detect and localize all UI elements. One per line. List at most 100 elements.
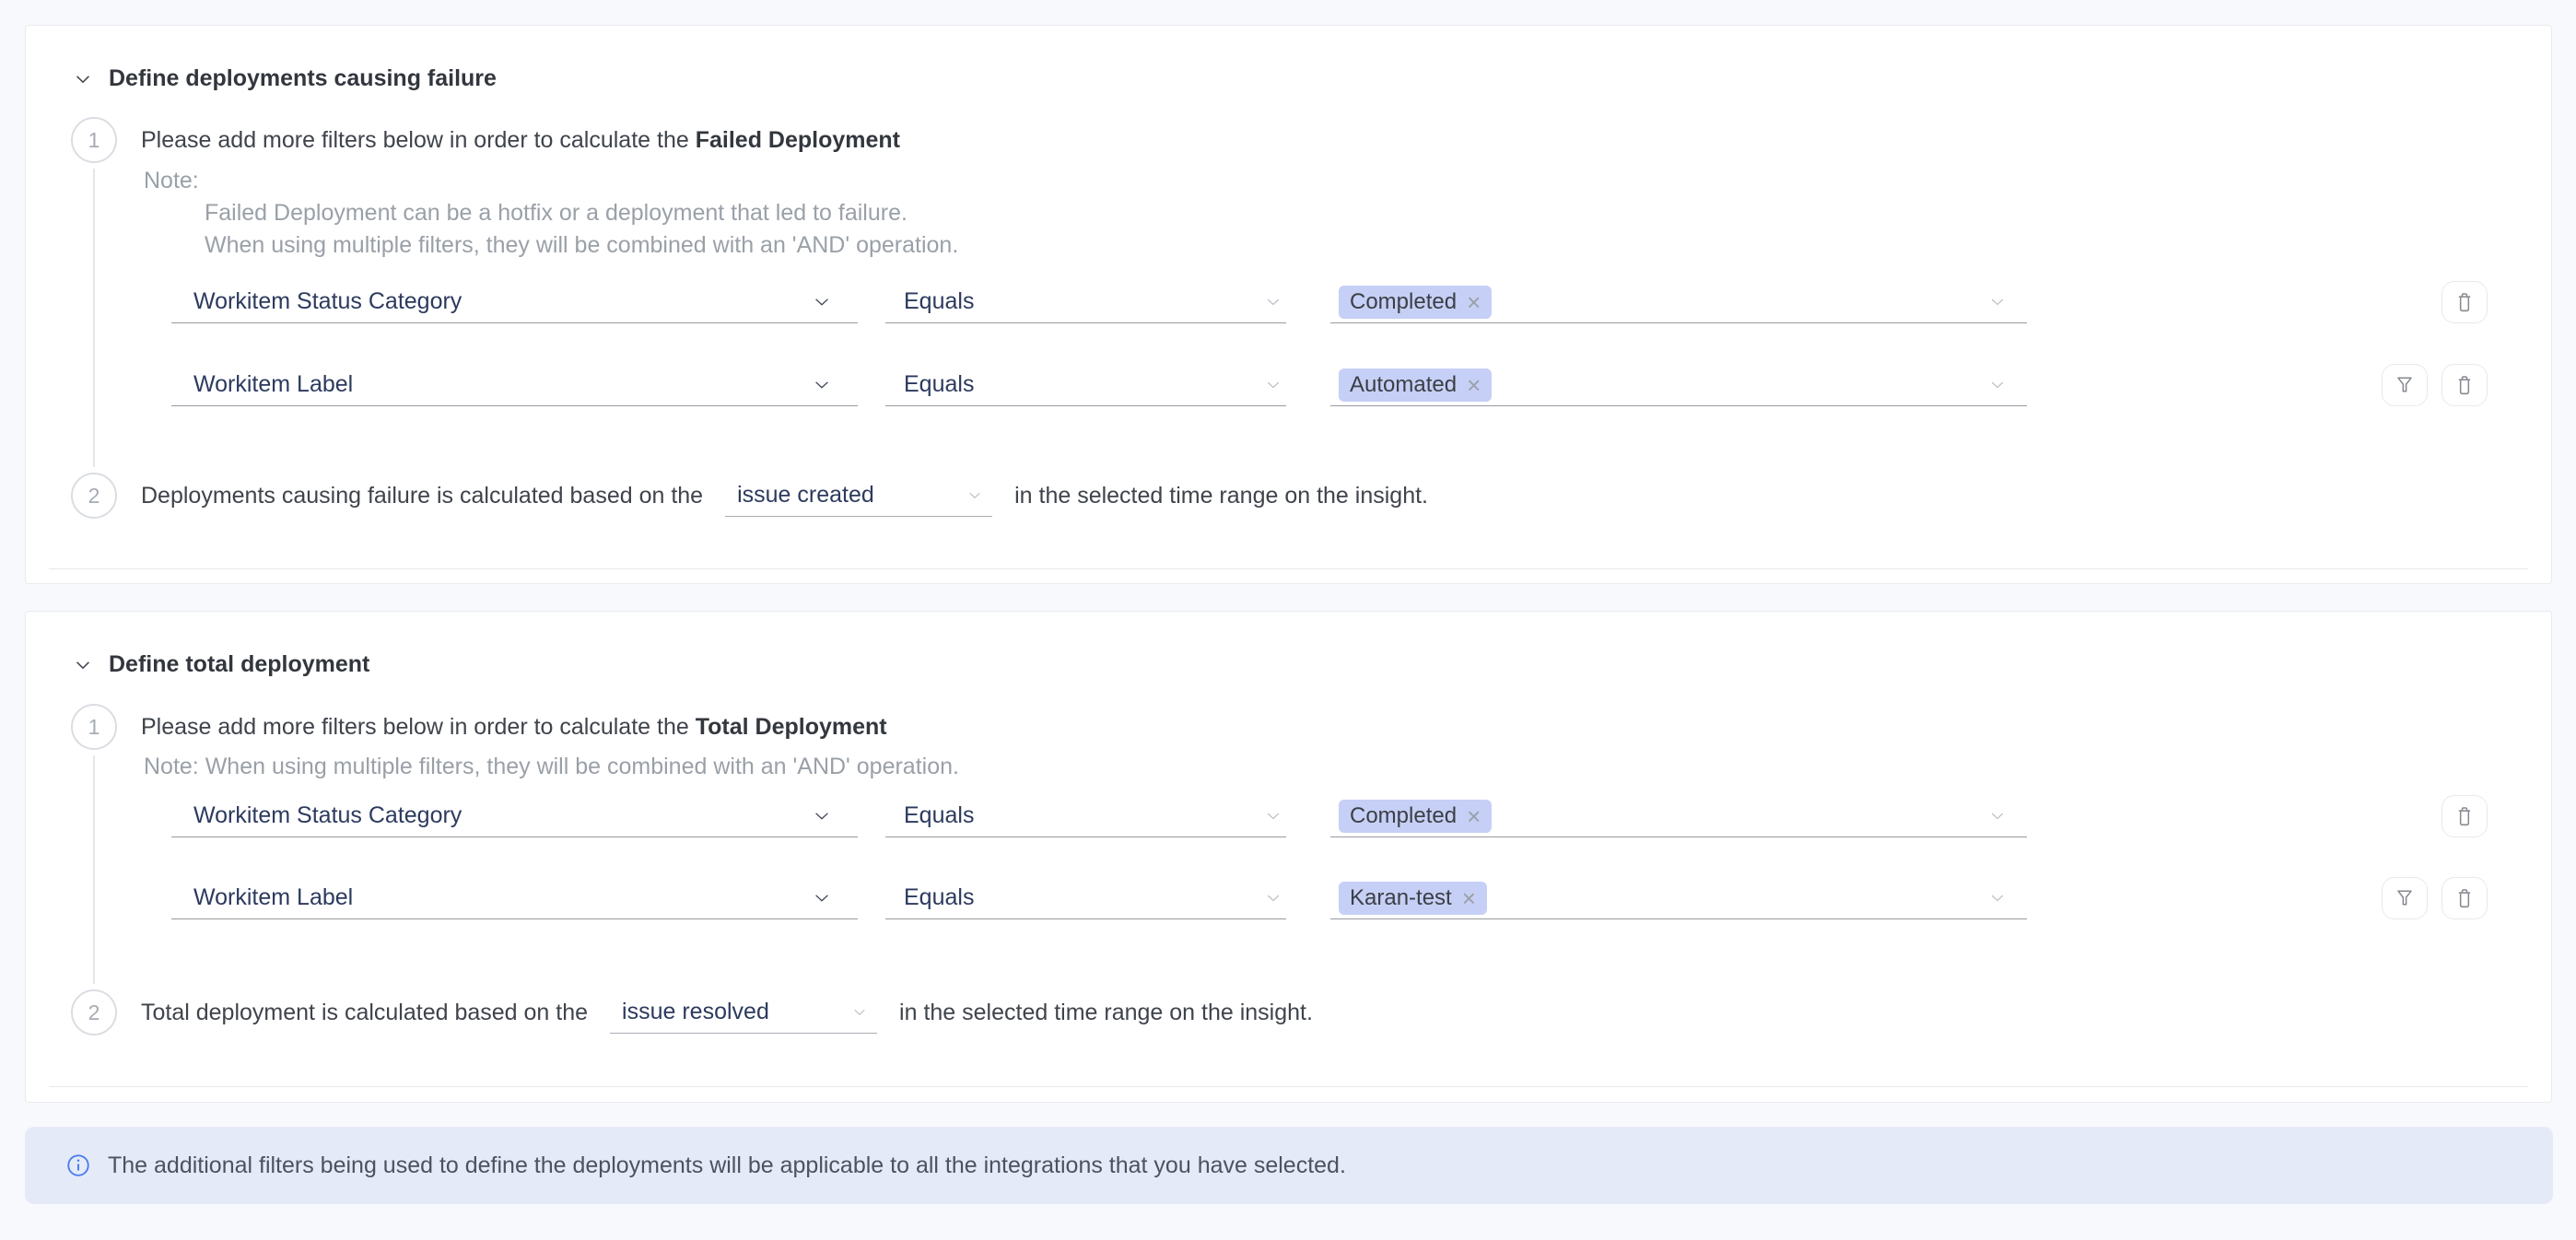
step1-instruction-highlight: Total Deployment bbox=[696, 714, 887, 740]
note-line: When using multiple filters, they will b… bbox=[205, 229, 958, 262]
field-select[interactable]: Workitem Label bbox=[171, 364, 858, 406]
field-select[interactable]: Workitem Status Category bbox=[171, 795, 858, 837]
field-select-value: Workitem Label bbox=[193, 371, 353, 398]
field-select-value: Workitem Status Category bbox=[193, 802, 462, 829]
step-connector bbox=[93, 755, 95, 984]
filter-values-button[interactable] bbox=[2382, 877, 2428, 919]
filter-row: Workitem Status Category Equals Complete… bbox=[171, 795, 2488, 837]
delete-filter-button[interactable] bbox=[2441, 281, 2488, 323]
values-select[interactable]: Completed × bbox=[1330, 795, 2027, 837]
step2-text-after: in the selected time range on the insigh… bbox=[899, 1000, 1313, 1026]
delete-filter-button[interactable] bbox=[2441, 877, 2488, 919]
calculation-basis-select[interactable]: issue resolved bbox=[610, 991, 877, 1034]
values-select[interactable]: Automated × bbox=[1330, 364, 2027, 406]
filter-values-button[interactable] bbox=[2382, 364, 2428, 406]
info-icon bbox=[64, 1152, 92, 1179]
value-tag: Completed × bbox=[1339, 800, 1492, 833]
field-select[interactable]: Workitem Label bbox=[171, 877, 858, 919]
value-tag: Completed × bbox=[1339, 286, 1492, 319]
chevron-down-icon bbox=[73, 69, 93, 89]
chevron-down-icon bbox=[1264, 293, 1282, 311]
note-label: Note: bbox=[144, 165, 958, 197]
field-select[interactable]: Workitem Status Category bbox=[171, 281, 858, 323]
field-select-value: Workitem Status Category bbox=[193, 288, 462, 315]
operator-select[interactable]: Equals bbox=[885, 364, 1286, 406]
chevron-down-icon bbox=[966, 487, 983, 504]
step-number-badge: 1 bbox=[71, 704, 117, 750]
step1-instruction-text: Please add more filters below in order t… bbox=[141, 127, 696, 153]
section-header-toggle[interactable]: Define total deployment bbox=[73, 651, 369, 678]
trash-icon bbox=[2453, 804, 2476, 828]
funnel-icon bbox=[2393, 886, 2417, 910]
field-select-value: Workitem Label bbox=[193, 884, 353, 911]
step1-instruction: Please add more filters below in order t… bbox=[141, 126, 900, 154]
value-tag-label: Automated bbox=[1350, 372, 1457, 398]
delete-filter-button[interactable] bbox=[2441, 795, 2488, 837]
value-tag: Karan-test × bbox=[1339, 882, 1487, 915]
note: Note: When using multiple filters, they … bbox=[144, 753, 959, 780]
chevron-down-icon bbox=[1264, 807, 1282, 825]
values-select[interactable]: Completed × bbox=[1330, 281, 2027, 323]
calculation-basis-value: issue created bbox=[737, 482, 874, 509]
operator-select-value: Equals bbox=[904, 884, 974, 911]
value-tag-label: Completed bbox=[1350, 803, 1457, 829]
step1-instruction-highlight: Failed Deployment bbox=[696, 127, 900, 153]
step2-text-after: in the selected time range on the insigh… bbox=[1014, 483, 1428, 509]
filter-row: Workitem Label Equals Automated × bbox=[171, 364, 2488, 406]
step1-instruction-text: Please add more filters below in order t… bbox=[141, 714, 696, 740]
chevron-down-icon bbox=[1264, 889, 1282, 907]
calculation-basis-select[interactable]: issue created bbox=[725, 474, 992, 517]
step2-line: Deployments causing failure is calculate… bbox=[141, 474, 1428, 517]
operator-select[interactable]: Equals bbox=[885, 877, 1286, 919]
calculation-basis-value: issue resolved bbox=[622, 999, 769, 1025]
value-tag-label: Completed bbox=[1350, 289, 1457, 315]
chevron-down-icon bbox=[1988, 807, 2007, 825]
trash-icon bbox=[2453, 886, 2476, 910]
note-line: Failed Deployment can be a hotfix or a d… bbox=[205, 197, 958, 229]
trash-icon bbox=[2453, 290, 2476, 314]
tag-remove-icon[interactable]: × bbox=[1467, 290, 1481, 314]
step1-instruction: Please add more filters below in order t… bbox=[141, 713, 887, 741]
note: Note: Failed Deployment can be a hotfix … bbox=[144, 165, 958, 262]
value-tag: Automated × bbox=[1339, 368, 1492, 402]
tag-remove-icon[interactable]: × bbox=[1462, 886, 1476, 910]
chevron-down-icon bbox=[812, 292, 832, 312]
values-select[interactable]: Karan-test × bbox=[1330, 877, 2027, 919]
section-title: Define total deployment bbox=[109, 651, 369, 678]
chevron-down-icon bbox=[1988, 376, 2007, 394]
funnel-icon bbox=[2393, 373, 2417, 397]
chevron-down-icon bbox=[73, 655, 93, 675]
step2-text-before: Total deployment is calculated based on … bbox=[141, 1000, 588, 1026]
operator-select[interactable]: Equals bbox=[885, 795, 1286, 837]
chevron-down-icon bbox=[812, 375, 832, 395]
operator-select-value: Equals bbox=[904, 802, 974, 829]
chevron-down-icon bbox=[1988, 293, 2007, 311]
filter-row: Workitem Label Equals Karan-test × bbox=[171, 877, 2488, 919]
tag-remove-icon[interactable]: × bbox=[1467, 804, 1481, 828]
divider bbox=[49, 1086, 2528, 1087]
value-tag-label: Karan-test bbox=[1350, 885, 1452, 911]
info-banner: The additional filters being used to def… bbox=[25, 1127, 2553, 1204]
step-number-badge: 2 bbox=[71, 473, 117, 519]
operator-select-value: Equals bbox=[904, 371, 974, 398]
section-define-total-deployment: Define total deployment 1 Please add mor… bbox=[25, 611, 2552, 1103]
delete-filter-button[interactable] bbox=[2441, 364, 2488, 406]
chevron-down-icon bbox=[812, 806, 832, 826]
chevron-down-icon bbox=[1988, 889, 2007, 907]
step-number-badge: 1 bbox=[71, 117, 117, 163]
trash-icon bbox=[2453, 373, 2476, 397]
divider bbox=[49, 568, 2528, 569]
operator-select[interactable]: Equals bbox=[885, 281, 1286, 323]
section-title: Define deployments causing failure bbox=[109, 65, 497, 92]
tag-remove-icon[interactable]: × bbox=[1467, 373, 1481, 397]
step-number-badge: 2 bbox=[71, 989, 117, 1035]
operator-select-value: Equals bbox=[904, 288, 974, 315]
step2-line: Total deployment is calculated based on … bbox=[141, 991, 1313, 1034]
chevron-down-icon bbox=[1264, 376, 1282, 394]
chevron-down-icon bbox=[851, 1004, 868, 1021]
filter-row: Workitem Status Category Equals Complete… bbox=[171, 281, 2488, 323]
section-define-deployments-causing-failure: Define deployments causing failure 1 Ple… bbox=[25, 25, 2552, 584]
section-header-toggle[interactable]: Define deployments causing failure bbox=[73, 65, 497, 92]
chevron-down-icon bbox=[812, 888, 832, 908]
info-banner-text: The additional filters being used to def… bbox=[108, 1152, 1346, 1179]
